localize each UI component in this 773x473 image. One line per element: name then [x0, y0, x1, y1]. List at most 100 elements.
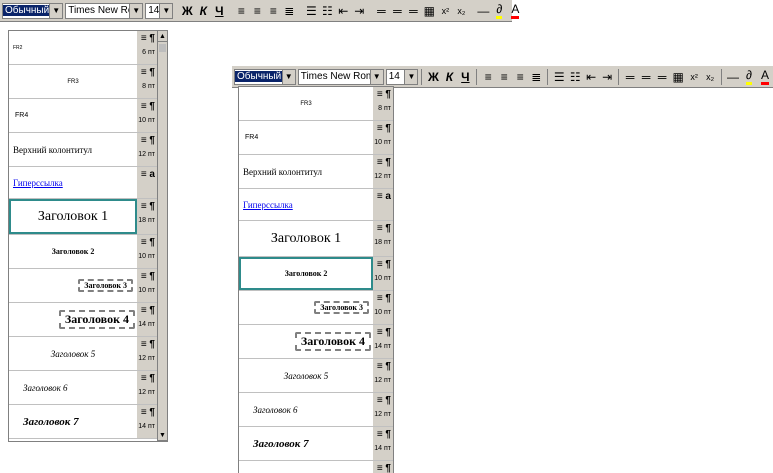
style-preview: FR4: [9, 99, 137, 132]
style-size: 10 пт: [374, 139, 391, 146]
border-bottom-icon[interactable]: ═: [654, 69, 670, 85]
style-list-item[interactable]: Заголовок 1 ≡ ¶ 18 пт: [9, 199, 157, 235]
justify-icon[interactable]: ≣: [528, 69, 544, 85]
decrease-indent-icon[interactable]: ⇤: [335, 3, 351, 19]
style-list-item[interactable]: Верхний колонтитул ≡ ¶ 12 пт: [239, 155, 393, 189]
style-list-item[interactable]: FR4 ≡ ¶ 10 пт: [239, 121, 393, 155]
style-list-item[interactable]: Заголовок 7 ≡ ¶ 14 пт: [239, 427, 393, 461]
bold-button[interactable]: Ж: [179, 3, 195, 19]
style-list-item[interactable]: Заголовок 6 ≡ ¶ 12 пт: [9, 371, 157, 405]
border-bottom-icon[interactable]: ═: [405, 3, 421, 19]
chevron-down-icon[interactable]: ▼: [159, 3, 173, 18]
border-top-icon[interactable]: ═: [373, 3, 389, 19]
align-right-icon[interactable]: ≡: [512, 69, 528, 85]
paragraph-style-icon: ≡ ¶: [140, 237, 155, 248]
scroll-down-icon[interactable]: ▼: [158, 430, 167, 441]
style-list-item[interactable]: Гиперссылка ≡ a: [239, 189, 393, 221]
chevron-down-icon[interactable]: ▼: [49, 3, 63, 18]
style-list-right[interactable]: FR3 ≡ ¶ 8 пт FR4 ≡ ¶ 10 пт Верхний колонтитул ≡…: [238, 86, 394, 473]
bold-button[interactable]: Ж: [425, 69, 441, 85]
paragraph-style-icon: ≡ ¶: [140, 373, 155, 384]
paragraph-style-icon: ≡ ¶: [376, 293, 391, 304]
increase-indent-icon[interactable]: ⇥: [599, 69, 615, 85]
paragraph-style-icon: ≡ ¶: [140, 33, 155, 44]
chevron-down-icon[interactable]: ▼: [129, 3, 143, 18]
chevron-down-icon[interactable]: ▼: [281, 69, 295, 84]
style-list-item[interactable]: FR3 ≡ ¶ 8 пт: [239, 87, 393, 121]
scrollbar[interactable]: ▲ ▼: [157, 31, 167, 441]
character-style-icon: ≡ a: [140, 169, 155, 180]
font-color-button[interactable]: A: [757, 68, 773, 85]
align-center-icon[interactable]: ≡: [496, 69, 512, 85]
style-combo[interactable]: Обычный ▼: [2, 2, 64, 19]
style-list-item[interactable]: Заголовок 1 ≡ ¶ 18 пт: [239, 221, 393, 257]
highlight-button[interactable]: ∂: [741, 68, 757, 85]
style-size: 14 пт: [374, 343, 391, 350]
superscript-button[interactable]: x²: [686, 69, 702, 85]
highlight-button[interactable]: ∂: [491, 2, 507, 19]
style-list-item[interactable]: Заголовок 7 ≡ ¶ 14 пт: [9, 405, 157, 439]
style-list-item[interactable]: Заголовок 6 ≡ ¶ 12 пт: [239, 393, 393, 427]
style-list-item[interactable]: Заголовок 2 ≡ ¶ 10 пт: [9, 235, 157, 269]
font-combo[interactable]: Times New Roman CY ▼: [65, 2, 144, 19]
scroll-thumb[interactable]: [159, 44, 166, 52]
size-combo[interactable]: 14 ▼: [385, 68, 419, 85]
style-list-item[interactable]: Заголовок 4 ≡ ¶ 14 пт: [239, 325, 393, 359]
style-list-item[interactable]: FR4 ≡ ¶ 10 пт: [9, 99, 157, 133]
font-color-button[interactable]: A: [507, 2, 523, 19]
paragraph-style-icon: ≡ ¶: [376, 327, 391, 338]
style-list-item[interactable]: Заголовок 3 ≡ ¶ 10 пт: [9, 269, 157, 303]
border-middle-icon[interactable]: ═: [638, 69, 654, 85]
align-center-icon[interactable]: ≡: [249, 3, 265, 19]
table-icon[interactable]: ▦: [670, 69, 686, 85]
style-list-item[interactable]: Заголовок 5 ≡ ¶ 12 пт: [239, 359, 393, 393]
italic-button[interactable]: К: [195, 3, 211, 19]
style-list-item[interactable]: Заголовок 4 ≡ ¶ 14 пт: [9, 303, 157, 337]
bulleted-list-icon[interactable]: ☷: [319, 3, 335, 19]
align-left-icon[interactable]: ≡: [480, 69, 496, 85]
style-list-item[interactable]: Заголовок 3 ≡ ¶ 10 пт: [239, 291, 393, 325]
style-list-item[interactable]: FR3 ≡ ¶ 8 пт: [9, 65, 157, 99]
numbered-list-icon[interactable]: ☰: [551, 69, 567, 85]
line-icon[interactable]: —: [475, 3, 491, 19]
style-list-item[interactable]: Гиперссылка ≡ a: [9, 167, 157, 199]
subscript-button[interactable]: x₂: [702, 69, 718, 85]
line-icon[interactable]: —: [725, 69, 741, 85]
style-list-item[interactable]: Заголовок 8≡ ¶14 пт: [239, 461, 393, 473]
style-preview: Заголовок 3: [239, 291, 373, 324]
underline-button[interactable]: Ч: [211, 3, 227, 19]
style-list-item[interactable]: Верхний колонтитул ≡ ¶ 12 пт: [9, 133, 157, 167]
scroll-up-icon[interactable]: ▲: [158, 31, 167, 42]
font-combo[interactable]: Times New Roman CY ▼: [297, 68, 384, 85]
underline-button[interactable]: Ч: [457, 69, 473, 85]
align-left-icon[interactable]: ≡: [233, 3, 249, 19]
border-middle-icon[interactable]: ═: [389, 3, 405, 19]
paragraph-style-icon: ≡ ¶: [140, 271, 155, 282]
table-icon[interactable]: ▦: [421, 3, 437, 19]
style-meta: ≡ a: [137, 167, 157, 198]
justify-icon[interactable]: ≣: [281, 3, 297, 19]
increase-indent-icon[interactable]: ⇥: [351, 3, 367, 19]
style-size: 18 пт: [138, 217, 155, 224]
superscript-button[interactable]: x²: [437, 3, 453, 19]
style-list-item[interactable]: Заголовок 5 ≡ ¶ 12 пт: [9, 337, 157, 371]
style-combo[interactable]: Обычный ▼: [234, 68, 296, 85]
style-list-left[interactable]: FR2 ≡ ¶ 6 пт FR3 ≡ ¶ 8 пт FR4 ≡ ¶ 10 пт Верхний к…: [8, 30, 168, 442]
paragraph-style-icon: ≡ ¶: [376, 463, 391, 473]
decrease-indent-icon[interactable]: ⇤: [583, 69, 599, 85]
size-combo[interactable]: 14 ▼: [145, 2, 174, 19]
bulleted-list-icon[interactable]: ☷: [567, 69, 583, 85]
align-right-icon[interactable]: ≡: [265, 3, 281, 19]
style-meta: ≡ ¶ 10 пт: [373, 291, 393, 324]
border-top-icon[interactable]: ═: [622, 69, 638, 85]
style-list-item[interactable]: FR2 ≡ ¶ 6 пт: [9, 31, 157, 65]
chevron-down-icon[interactable]: ▼: [404, 69, 418, 84]
style-list-item[interactable]: Заголовок 2 ≡ ¶ 10 пт: [239, 257, 393, 291]
style-label: Заголовок 3: [314, 301, 369, 314]
numbered-list-icon[interactable]: ☰: [303, 3, 319, 19]
italic-button[interactable]: К: [441, 69, 457, 85]
style-size: 12 пт: [374, 173, 391, 180]
subscript-button[interactable]: x₂: [453, 3, 469, 19]
chevron-down-icon[interactable]: ▼: [369, 69, 383, 84]
style-size: 12 пт: [138, 355, 155, 362]
